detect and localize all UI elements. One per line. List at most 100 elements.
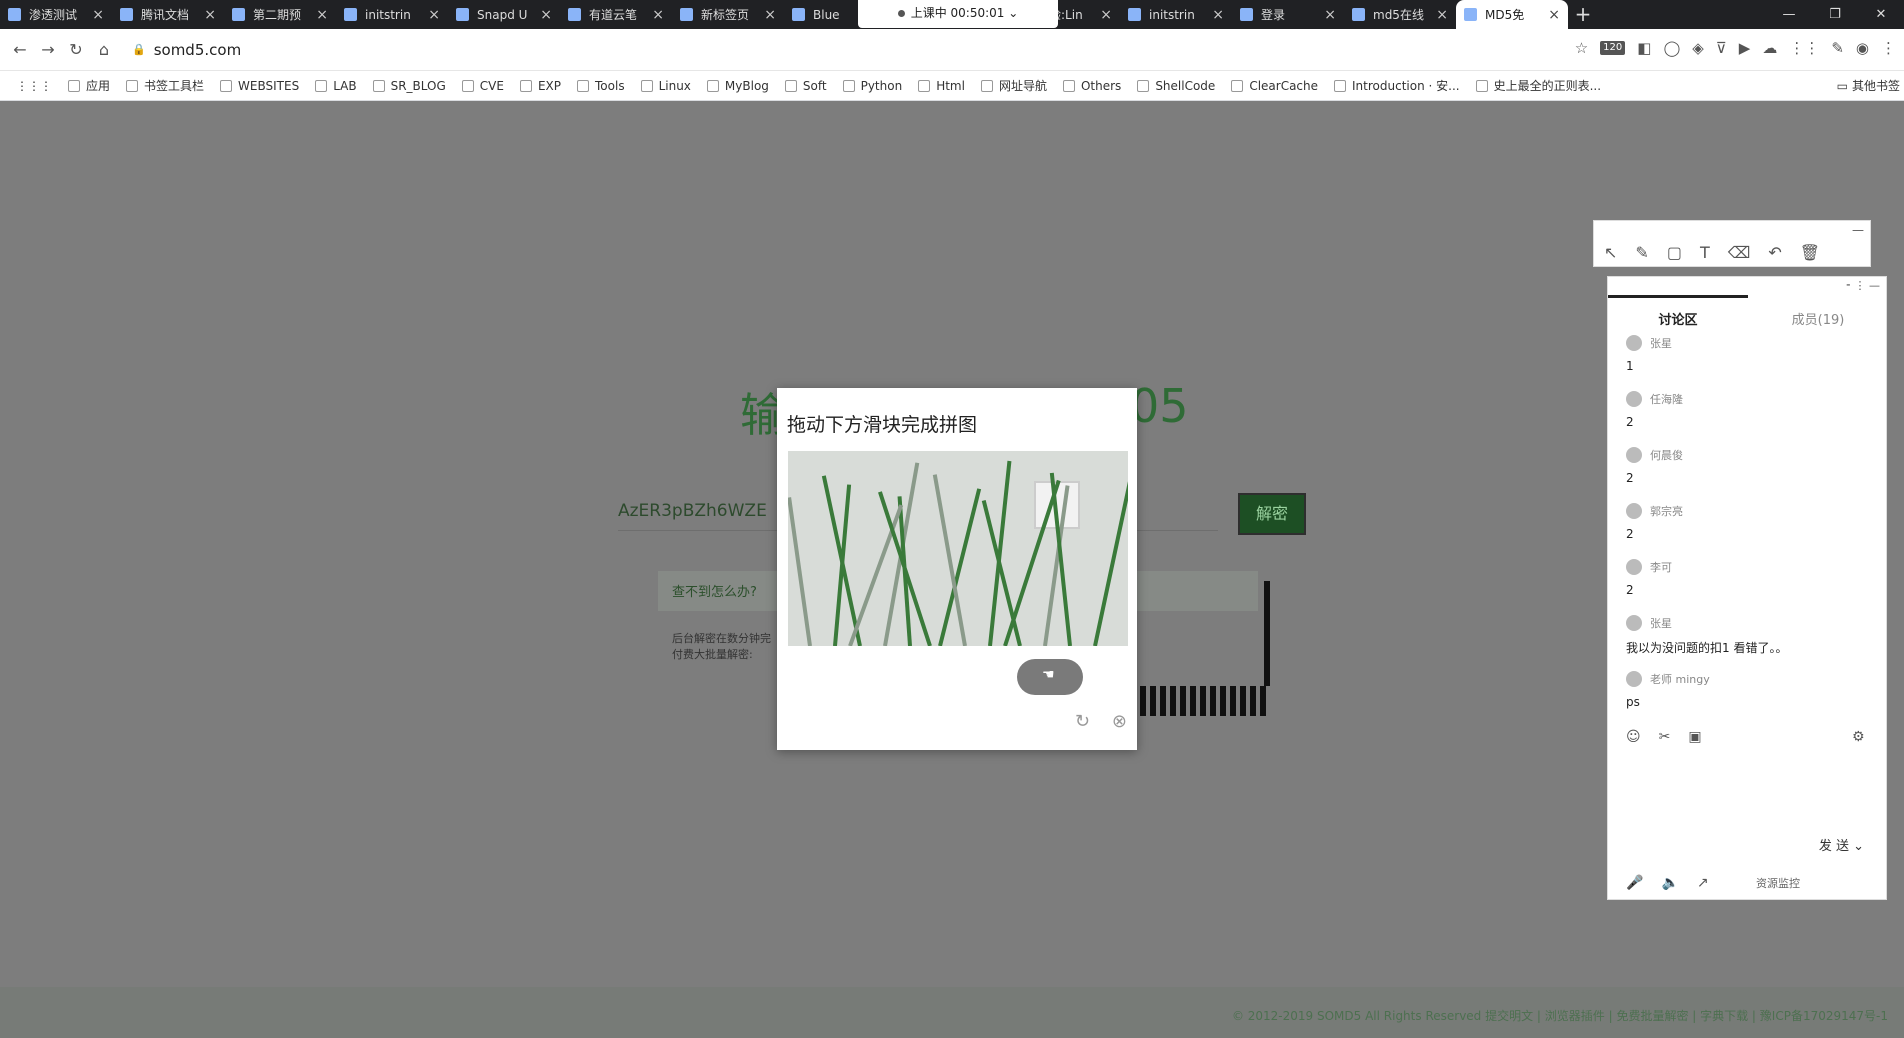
bookmark-item[interactable]: LAB — [315, 79, 357, 93]
tab-1[interactable]: 腾讯文档 × — [112, 0, 224, 29]
home-icon[interactable]: ⌂ — [90, 40, 118, 59]
bookmark-item[interactable]: ClearCache — [1231, 79, 1318, 93]
circle-icon[interactable]: ◯ — [1663, 39, 1680, 57]
text-icon[interactable]: T — [1700, 243, 1710, 262]
panel-controls-icon[interactable]: ⁃ ⋮ — — [1846, 279, 1881, 292]
tab-close-icon[interactable]: × — [764, 7, 776, 23]
grid-icon[interactable]: ⋮⋮ — [1789, 39, 1819, 57]
tab-12[interactable]: md5在线 × — [1344, 0, 1456, 29]
bookmark-item[interactable]: Tools — [577, 79, 625, 93]
bookmark-item[interactable]: Linux — [640, 79, 691, 93]
tab-3[interactable]: initstrin × — [336, 0, 448, 29]
captcha-slider[interactable]: ☚ — [1017, 659, 1083, 695]
recording-indicator[interactable]: 上课中 00:50:01 ⌄ — [858, 0, 1058, 28]
tab-close-icon[interactable]: × — [1100, 7, 1112, 23]
tab-4[interactable]: Snapd U × — [448, 0, 560, 29]
message-text: 2 — [1626, 527, 1634, 541]
shield-icon[interactable]: ◈ — [1692, 39, 1704, 57]
reload-icon[interactable]: ↻ — [62, 40, 90, 59]
bookmark-item[interactable]: Soft — [784, 79, 827, 93]
extension-badge[interactable]: 120 — [1600, 41, 1626, 55]
bookmark-item[interactable]: WEBSITES — [220, 79, 299, 93]
tab-close-icon[interactable]: × — [428, 7, 440, 23]
new-tab-icon[interactable]: + — [1568, 0, 1598, 29]
bookmark-item[interactable]: 书签工具栏 — [126, 77, 204, 94]
bookmark-item[interactable]: ShellCode — [1137, 79, 1215, 93]
pointer-icon[interactable]: ↖ — [1604, 243, 1617, 262]
tab-close-icon[interactable]: × — [204, 7, 216, 23]
profile-icon[interactable]: ◉ — [1856, 39, 1869, 57]
filter-icon[interactable]: ⊽ — [1716, 39, 1727, 57]
video-icon[interactable]: ▶ — [1739, 39, 1751, 57]
bookmark-item[interactable]: 应用 — [68, 77, 110, 94]
tab-close-icon[interactable]: × — [316, 7, 328, 23]
close-icon[interactable]: ⊗ — [1112, 711, 1127, 732]
bookmark-item[interactable]: Others — [1062, 79, 1121, 93]
scissors-icon[interactable]: ✂ — [1659, 729, 1671, 745]
folder-icon — [640, 79, 653, 92]
apps-icon[interactable]: ⋮⋮⋮ — [16, 79, 52, 93]
tab-close-icon[interactable]: × — [1436, 7, 1448, 23]
bookmark-item[interactable]: CVE — [461, 79, 504, 93]
bookmark-item[interactable]: Python — [842, 79, 902, 93]
tab-11[interactable]: 登录 × — [1232, 0, 1344, 29]
other-bookmarks[interactable]: ▭ 其他书签 — [1837, 77, 1900, 94]
settings-icon[interactable]: ⚙ — [1852, 729, 1865, 745]
cloud-icon[interactable]: ☁ — [1762, 39, 1777, 57]
tab-close-icon[interactable]: × — [92, 7, 104, 23]
tab-10[interactable]: initstrin × — [1120, 0, 1232, 29]
restore-icon[interactable]: ❐ — [1812, 0, 1858, 29]
share-icon[interactable]: ↗ — [1697, 875, 1709, 891]
tab-close-icon[interactable]: × — [652, 7, 664, 23]
brush-icon[interactable]: ✎ — [1831, 39, 1844, 57]
pen-icon[interactable]: ✎ — [1635, 243, 1648, 262]
tab-6[interactable]: 新标签页 × — [672, 0, 784, 29]
speaker-icon[interactable]: 🔈 — [1661, 875, 1678, 891]
tab-close-icon[interactable]: × — [1212, 7, 1224, 23]
tab-discussion[interactable]: 讨论区 — [1608, 309, 1748, 328]
folder-icon — [220, 79, 233, 92]
url-field[interactable]: 🔒 somd5.com — [132, 41, 241, 59]
tab-13[interactable]: MD5免 × — [1456, 0, 1568, 29]
tab-2[interactable]: 第二期预 × — [224, 0, 336, 29]
tab-5[interactable]: 有道云笔 × — [560, 0, 672, 29]
eraser-icon[interactable]: ⌫ — [1728, 243, 1751, 262]
rectangle-icon[interactable]: ▢ — [1667, 243, 1682, 262]
bookmark-item[interactable]: 网址导航 — [980, 77, 1047, 94]
tab-0[interactable]: 渗透测试 × — [0, 0, 112, 29]
emoji-icon[interactable]: ☺ — [1626, 729, 1641, 745]
bookmark-item[interactable]: MyBlog — [706, 79, 769, 93]
undo-icon[interactable]: ↶ — [1768, 243, 1781, 262]
puzzle-icon[interactable]: ◧ — [1637, 39, 1651, 57]
message-text: 2 — [1626, 415, 1634, 429]
bookmark-item[interactable]: SR_BLOG — [372, 79, 446, 93]
tab-close-icon[interactable]: × — [1324, 7, 1336, 23]
refresh-icon[interactable]: ↻ — [1075, 711, 1090, 732]
image-icon[interactable]: ▣ — [1688, 729, 1701, 745]
lock-icon: 🔒 — [132, 43, 146, 56]
trash-icon[interactable]: 🗑 — [1800, 243, 1820, 262]
minimize-icon[interactable]: — — [1766, 0, 1812, 29]
folder-icon — [461, 79, 474, 92]
bookmark-item[interactable]: EXP — [519, 79, 561, 93]
back-icon[interactable]: ← — [6, 40, 34, 59]
minimize-icon[interactable]: — — [1852, 223, 1864, 237]
chat-message: 任海隆 2 — [1626, 391, 1876, 447]
menu-icon[interactable]: ⋮ — [1881, 39, 1896, 57]
bookmark-item[interactable]: Html — [918, 79, 965, 93]
tab-close-icon[interactable]: × — [1548, 7, 1560, 23]
resource-monitor[interactable]: 资源监控 — [1756, 875, 1800, 891]
tab-members[interactable]: 成员(19) — [1748, 309, 1888, 328]
star-icon[interactable]: ☆ — [1575, 39, 1588, 57]
decrypt-button[interactable]: 解密 — [1238, 493, 1306, 535]
tab-favicon-icon — [1240, 8, 1253, 21]
bookmark-item[interactable]: 史上最全的正则表... — [1475, 77, 1601, 94]
microphone-icon[interactable]: 🎤 — [1626, 875, 1643, 891]
message-author: 张星 — [1626, 615, 1876, 631]
bookmark-item[interactable]: Introduction · 安... — [1334, 77, 1460, 94]
tab-close-icon[interactable]: × — [540, 7, 552, 23]
tab-favicon-icon — [680, 8, 693, 21]
send-button[interactable]: 发 送 ⌄ — [1819, 835, 1864, 854]
close-icon[interactable]: ✕ — [1858, 0, 1904, 29]
forward-icon[interactable]: → — [34, 40, 62, 59]
